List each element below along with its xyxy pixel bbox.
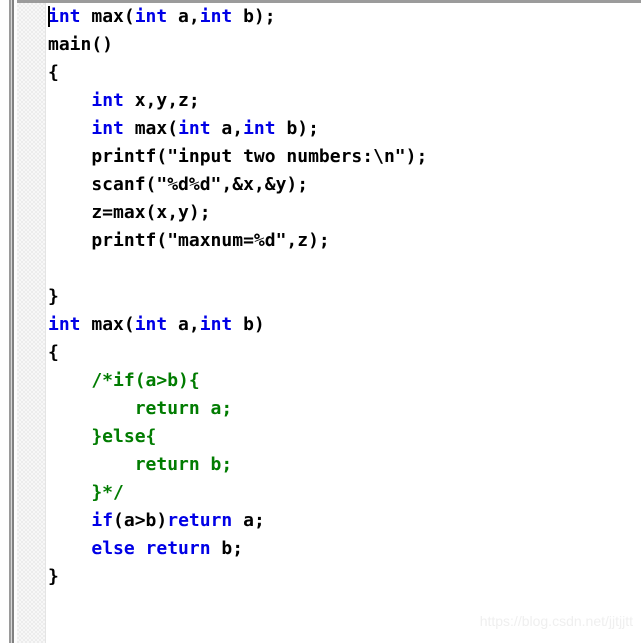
code-token-plain: b); (232, 6, 276, 27)
code-token-plain: } (48, 286, 59, 307)
code-line[interactable]: main() (48, 31, 641, 59)
code-line[interactable]: { (48, 59, 641, 87)
code-line[interactable]: if(a>b)return a; (48, 507, 641, 535)
code-token-cmt: return b; (48, 454, 233, 475)
code-token-plain: b); (275, 118, 319, 139)
code-token-plain: printf("input two numbers:\n"); (48, 146, 428, 167)
code-line[interactable]: } (48, 283, 641, 311)
code-line[interactable]: return b; (48, 451, 641, 479)
code-line[interactable] (48, 255, 641, 283)
code-token-plain: max( (123, 118, 179, 139)
code-token-kw: else return (91, 538, 211, 559)
code-line[interactable]: int max(int a,int b); (48, 115, 641, 143)
code-token-plain: b; (210, 538, 244, 559)
code-line[interactable]: return a; (48, 395, 641, 423)
code-token-plain: scanf("%d%d",&x,&y); (48, 174, 309, 195)
code-token-plain: printf("maxnum=%d",z); (48, 230, 330, 251)
code-token-cmt: /*if(a>b){ (48, 370, 200, 391)
code-token-kw: int (199, 6, 233, 27)
code-token-cmt: }*/ (48, 482, 124, 503)
code-token-kw: int (134, 314, 168, 335)
code-token-plain: x,y,z; (123, 90, 200, 111)
editor-gutter[interactable] (17, 3, 45, 643)
code-line[interactable]: { (48, 339, 641, 367)
code-editor-screenshot: int max(int a,int b); main(){ int x,y,z; … (0, 0, 641, 643)
code-token-plain: } (48, 566, 59, 587)
code-token-kw: if (91, 510, 114, 531)
code-line[interactable]: } (48, 563, 641, 591)
code-token-kw: int (243, 118, 276, 139)
code-line[interactable]: int max(int a,int b) (48, 311, 641, 339)
code-line[interactable]: int max(int a,int b); (48, 3, 641, 31)
code-token-plain: { (48, 342, 59, 363)
code-token-kw: int (199, 314, 233, 335)
text-caret (48, 6, 50, 27)
code-token-plain: z=max(x,y); (48, 202, 211, 223)
editor-code-lines[interactable]: int max(int a,int b); main(){ int x,y,z; … (48, 3, 641, 591)
code-token-kw: return (167, 510, 233, 531)
code-line[interactable]: printf("input two numbers:\n"); (48, 143, 641, 171)
code-token-cmt: return a; (48, 398, 233, 419)
code-token-plain: a, (167, 6, 200, 27)
code-token-plain: b) (232, 314, 265, 335)
code-token-kw: int (178, 118, 211, 139)
code-line[interactable]: scanf("%d%d",&x,&y); (48, 171, 641, 199)
code-token-kw: int (91, 90, 124, 111)
code-token-kw: int (48, 6, 81, 27)
code-token-cmt: }else{ (48, 426, 157, 447)
code-token-plain: max( (80, 6, 135, 27)
code-token-kw: int (91, 118, 124, 139)
code-line[interactable]: }*/ (48, 479, 641, 507)
watermark-text: https://blog.csdn.net/jjtjjtt (479, 613, 633, 629)
code-token-plain: max( (80, 314, 135, 335)
code-token-plain: a, (210, 118, 244, 139)
code-line[interactable]: printf("maxnum=%d",z); (48, 227, 641, 255)
code-line[interactable]: z=max(x,y); (48, 199, 641, 227)
code-token-plain: a, (167, 314, 200, 335)
code-token-plain: (a>b) (113, 510, 168, 531)
code-token-kw: int (134, 6, 168, 27)
code-token-plain: main() (48, 34, 114, 55)
code-line[interactable]: }else{ (48, 423, 641, 451)
code-token-plain: { (48, 62, 59, 83)
code-line[interactable]: else return b; (48, 535, 641, 563)
code-line[interactable]: /*if(a>b){ (48, 367, 641, 395)
window-outer-margin (0, 0, 9, 643)
code-token-plain: a; (232, 510, 265, 531)
code-token-kw: int (48, 314, 81, 335)
code-line[interactable]: int x,y,z; (48, 87, 641, 115)
